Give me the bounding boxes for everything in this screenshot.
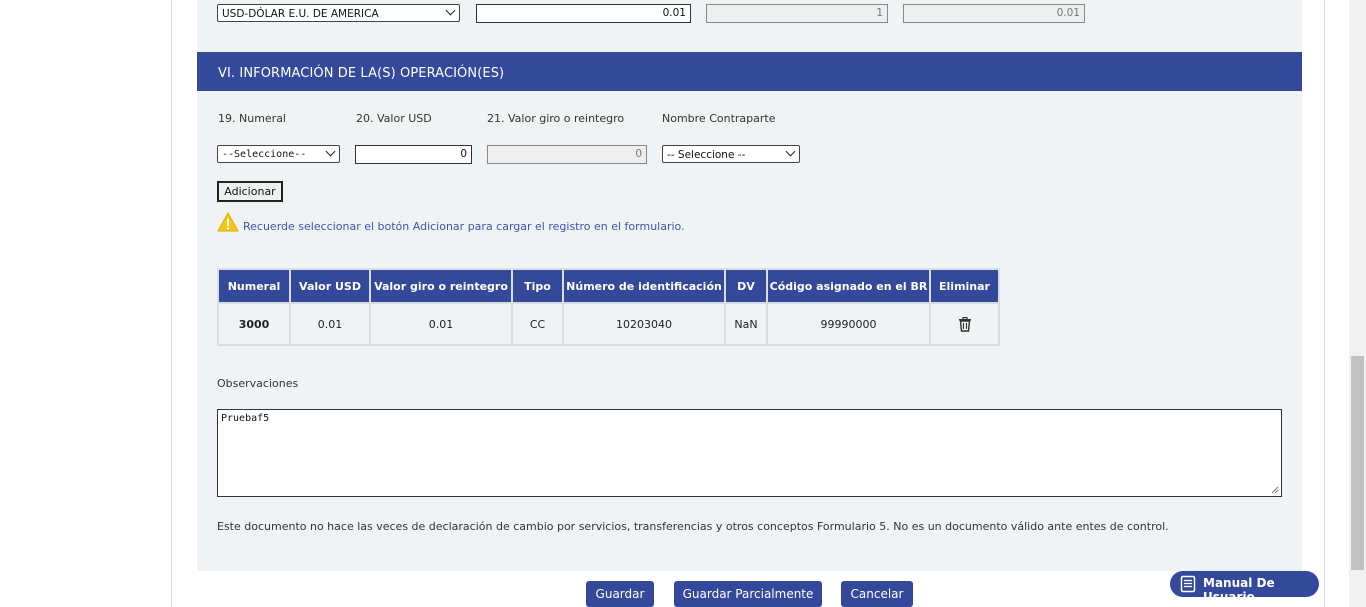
table-header-row: Numeral Valor USD Valor giro o reintegro… bbox=[217, 268, 1000, 304]
column-header: Valor USD bbox=[289, 268, 371, 304]
column-header: Eliminar bbox=[929, 268, 1000, 304]
contraparte-select-value: -- Seleccione -- bbox=[667, 149, 746, 161]
table-row: 3000 0.01 0.01 CC 10203040 NaN 99990000 bbox=[217, 302, 1000, 346]
operations-table: Numeral Valor USD Valor giro o reintegro… bbox=[217, 268, 1000, 346]
column-header: DV bbox=[724, 268, 768, 304]
add-button[interactable]: Adicionar bbox=[217, 181, 283, 202]
cell-identificacion: 10203040 bbox=[562, 302, 726, 346]
column-header: Numeral bbox=[217, 268, 291, 304]
section-header: VI. INFORMACIÓN DE LA(S) OPERACIÓN(ES) bbox=[197, 52, 1302, 91]
contraparte-select[interactable]: -- Seleccione -- bbox=[662, 145, 800, 163]
disclaimer-text: Este documento no hace las veces de decl… bbox=[217, 520, 1169, 533]
chevron-down-icon bbox=[445, 5, 456, 16]
save-partial-button[interactable]: Guardar Parcialmente bbox=[674, 581, 822, 607]
column-header: Código asignado en el BR bbox=[766, 268, 931, 304]
cell-valor-usd: 0.01 bbox=[289, 302, 371, 346]
trash-icon[interactable] bbox=[958, 316, 972, 332]
cell-eliminar bbox=[929, 302, 1000, 346]
scrollbar-thumb[interactable] bbox=[1351, 356, 1364, 570]
column-header: Número de identificación bbox=[562, 268, 726, 304]
cell-valor-giro: 0.01 bbox=[369, 302, 513, 346]
column-header: Tipo bbox=[511, 268, 564, 304]
cell-numeral: 3000 bbox=[217, 302, 291, 346]
cell-tipo: CC bbox=[511, 302, 564, 346]
exchange-rate-field: 1 bbox=[706, 4, 888, 23]
observaciones-label: Observaciones bbox=[217, 377, 299, 390]
user-manual-button[interactable]: Manual De Usuario bbox=[1170, 571, 1319, 604]
contraparte-label: Nombre Contraparte bbox=[662, 112, 776, 125]
save-button[interactable]: Guardar bbox=[586, 581, 654, 607]
valor-usd-label: 20. Valor USD bbox=[356, 112, 432, 125]
valor-giro-label: 21. Valor giro o reintegro bbox=[487, 112, 625, 125]
cancel-button[interactable]: Cancelar bbox=[841, 581, 913, 607]
document-icon bbox=[1180, 575, 1196, 593]
amount-input[interactable]: 0.01 bbox=[476, 4, 691, 23]
cell-codigo: 99990000 bbox=[766, 302, 931, 346]
numeral-select-value: --Seleccione-- bbox=[222, 149, 307, 160]
warning-message: Recuerde seleccionar el botón Adicionar … bbox=[243, 220, 685, 233]
right-margin bbox=[1324, 0, 1350, 607]
section-title: VI. INFORMACIÓN DE LA(S) OPERACIÓN(ES) bbox=[218, 66, 505, 81]
column-header: Valor giro o reintegro bbox=[369, 268, 513, 304]
left-margin bbox=[0, 0, 172, 607]
cell-dv: NaN bbox=[724, 302, 768, 346]
valor-giro-field: 0 bbox=[487, 145, 647, 164]
chevron-down-icon bbox=[325, 146, 336, 157]
observaciones-text: Pruebaf5 bbox=[221, 413, 270, 424]
resize-handle-icon[interactable] bbox=[1271, 486, 1279, 494]
valor-usd-input[interactable]: 0 bbox=[355, 145, 472, 164]
numeral-label: 19. Numeral bbox=[218, 112, 286, 125]
observaciones-textarea[interactable]: Pruebaf5 bbox=[217, 409, 1282, 497]
user-manual-label: Manual De Usuario bbox=[1203, 576, 1275, 604]
warning-icon bbox=[217, 212, 239, 232]
currency-select-value: USD-DÓLAR E.U. DE AMERICA bbox=[222, 8, 379, 20]
chevron-down-icon bbox=[785, 146, 796, 157]
numeral-select[interactable]: --Seleccione-- bbox=[217, 145, 340, 163]
usd-value-field: 0.01 bbox=[903, 4, 1085, 23]
currency-select[interactable]: USD-DÓLAR E.U. DE AMERICA bbox=[217, 4, 460, 22]
